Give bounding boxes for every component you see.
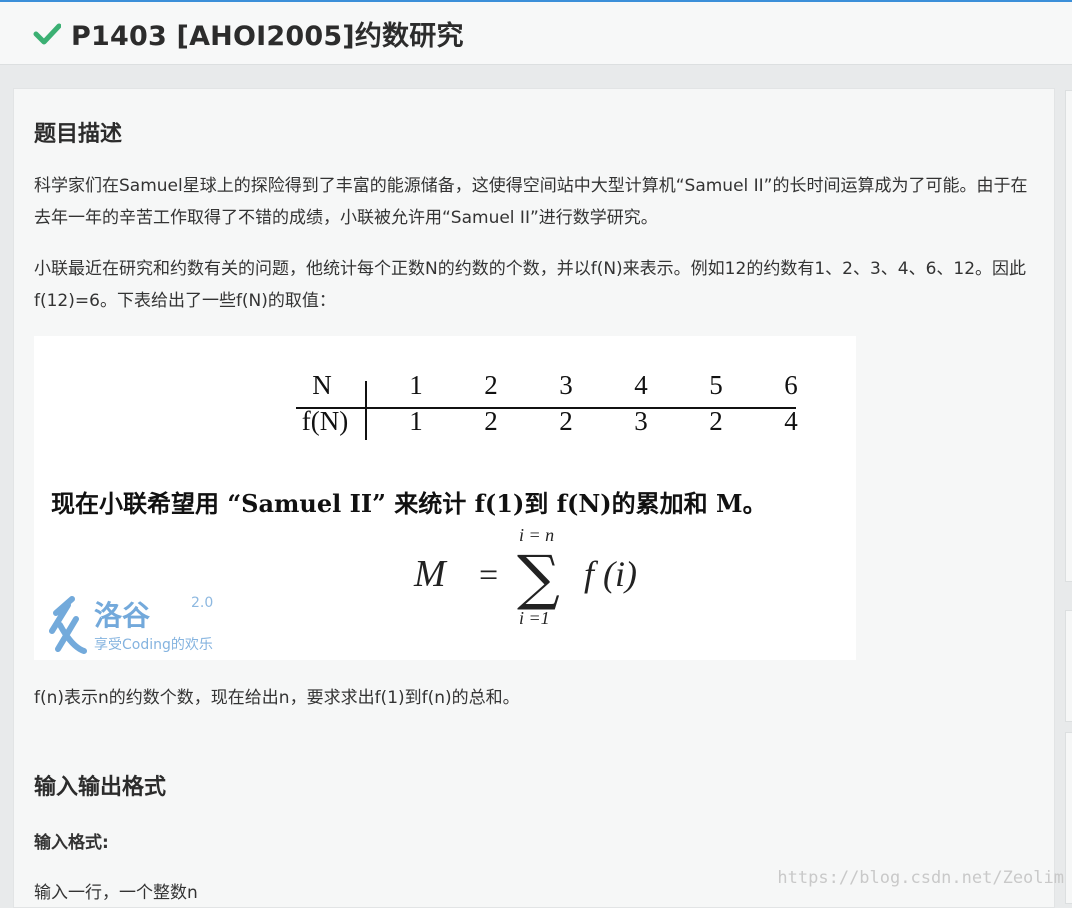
logo-slogan: 享受Coding的欢乐 [94, 636, 213, 653]
side-panel-edge [1065, 90, 1072, 582]
figure-sentence: 现在小联希望用 “Samuel II” 来统计 f(1)到 f(N)的累加和 M… [51, 489, 767, 518]
page-title: P1403 [AHOI2005]约数研究 [71, 20, 464, 52]
problem-figure: N123456 f(N) 1 2 2 3 2 4 现在小联希望用 “Samuel II” 来… [34, 336, 856, 660]
side-panel-edge [1065, 610, 1072, 722]
logo-version: 2.0 [191, 595, 213, 611]
watermark: https://blog.csdn.net/Zeolim [777, 868, 1064, 888]
side-panel-edge [1065, 732, 1072, 904]
description-paragraph-1: 科学家们在Samuel星球上的探险得到了丰富的能源储备，这使得空间站中大型计算机… [34, 176, 1028, 228]
problem-header: P1403 [AHOI2005]约数研究 [0, 2, 1072, 65]
formula-term: f (i) [584, 554, 637, 594]
description-paragraph-3: f(n)表示n的约数个数，现在给出n，要求求出f(1)到f(n)的总和。 [34, 688, 520, 708]
input-format-text: 输入一行，一个整数n [34, 883, 198, 903]
luogu-logo-icon [49, 596, 87, 654]
check-icon [33, 23, 61, 45]
formula-lhs: M [413, 553, 448, 595]
input-format-label: 输入格式: [34, 833, 109, 853]
table-lines [296, 381, 796, 440]
formula-equals: = [479, 557, 498, 594]
problem-content-card: 题目描述 科学家们在Samuel星球上的探险得到了丰富的能源储备，这使得空间站中… [13, 88, 1055, 908]
section-heading-io-format: 输入输出格式 [34, 775, 167, 800]
formula-lower-bound: i =1 [519, 608, 550, 626]
description-paragraph-2: 小联最近在研究和约数有关的问题，他统计每个正数N的约数的个数，并以f(N)来表示… [34, 259, 1027, 311]
sum-formula: M = ∑ i = n i =1 f (i) [413, 526, 637, 626]
section-heading-description: 题目描述 [34, 122, 123, 147]
logo-name: 洛谷 [94, 599, 151, 632]
formula-upper-bound: i = n [519, 526, 554, 545]
luogu-logo: 洛谷 2.0 享受Coding的欢乐 [49, 595, 213, 654]
formula-sum-sign: ∑ [517, 543, 560, 613]
